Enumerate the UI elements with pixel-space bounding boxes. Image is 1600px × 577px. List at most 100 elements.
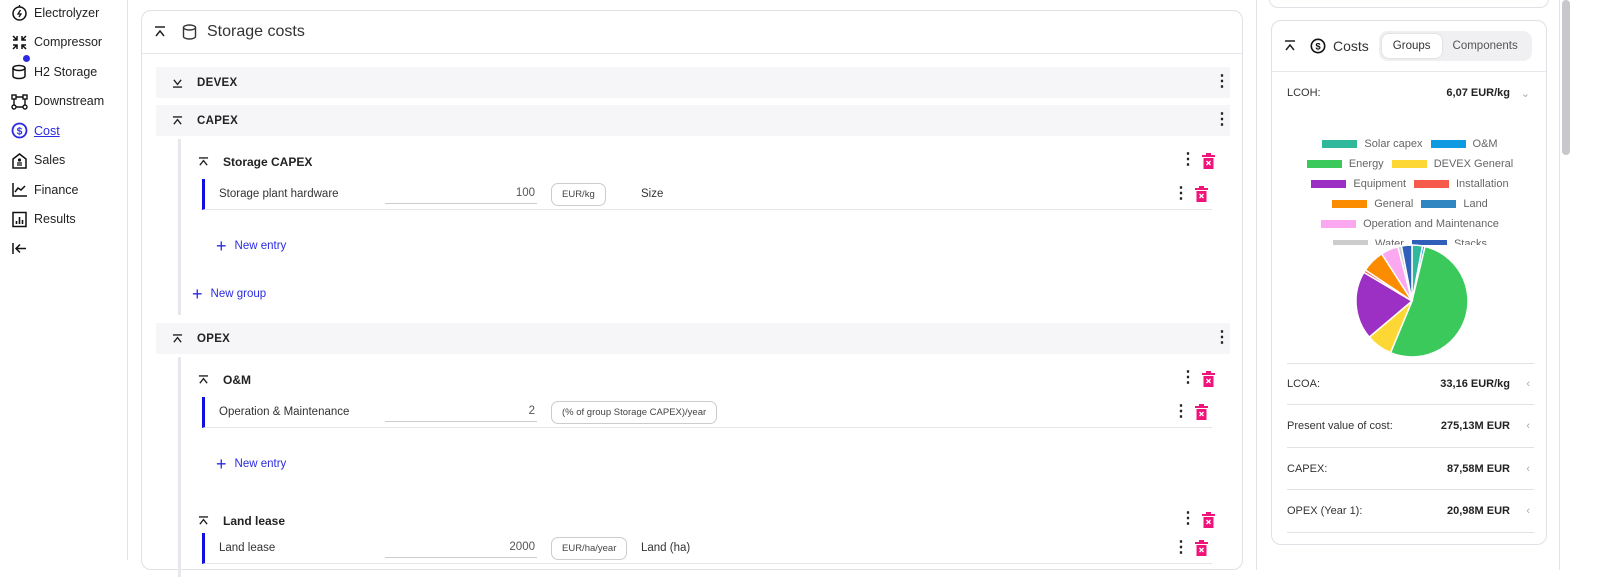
notification-badge <box>22 54 31 63</box>
delete-entry-icon[interactable] <box>1195 540 1208 561</box>
legend-label: Operation and Maintenance <box>1363 218 1499 230</box>
section-devex[interactable]: DEVEX ⋮ <box>156 67 1230 98</box>
legend-item[interactable]: Equipment <box>1311 178 1406 190</box>
svg-text:$: $ <box>1315 42 1321 53</box>
collapse-sidebar-button[interactable] <box>0 234 127 264</box>
more-options-icon[interactable]: ⋮ <box>1180 370 1196 386</box>
sidebar-item-cost[interactable]: $ Cost <box>0 116 127 146</box>
delete-entry-icon[interactable] <box>1195 186 1208 207</box>
legend-item[interactable]: Installation <box>1414 178 1509 190</box>
legend-item[interactable]: DEVEX General <box>1391 158 1513 170</box>
section-capex[interactable]: CAPEX ⋮ <box>156 105 1230 136</box>
section-label: DEVEX <box>197 76 238 89</box>
legend-label: O&M <box>1472 138 1498 150</box>
sidebar-item-results[interactable]: Results <box>0 205 127 235</box>
collapse-up-icon[interactable] <box>1284 40 1296 52</box>
collapse-up-icon[interactable] <box>198 157 209 167</box>
chevron-left-icon[interactable]: ‹ <box>1526 463 1530 475</box>
legend-item[interactable]: General <box>1332 198 1413 210</box>
costs-title: Costs <box>1333 38 1369 54</box>
storage-costs-panel: Storage costs DEVEX ⋮ CAPEX ⋮ OPEX ⋮ Storage C… <box>141 10 1243 577</box>
entry-value-input[interactable]: 100 <box>385 184 537 204</box>
tab-components[interactable]: Components <box>1442 34 1529 58</box>
sidebar-item-electrolyzer[interactable]: Electrolyzer <box>0 0 127 28</box>
legend-item[interactable]: Energy <box>1306 158 1384 170</box>
collapse-up-icon[interactable] <box>198 375 209 385</box>
entry-value-input[interactable]: 2 <box>385 402 537 422</box>
legend-label: Equipment <box>1353 178 1406 190</box>
more-options-icon[interactable]: ⋮ <box>1173 404 1189 420</box>
legend-item[interactable]: Operation and Maintenance <box>1321 218 1499 230</box>
plus-icon: + <box>192 284 203 304</box>
group-label: Land lease <box>223 514 286 528</box>
chevron-left-icon[interactable]: ‹ <box>1526 378 1530 390</box>
metric-row[interactable]: OPEX (Year 1): 20,98M EUR ‹ <box>1287 491 1534 533</box>
electrolyzer-icon <box>12 5 27 21</box>
group-header[interactable]: Land lease <box>198 514 285 528</box>
unit-select[interactable]: (% of group Storage CAPEX)/year <box>551 400 718 424</box>
metric-value: 87,58M EUR <box>1447 462 1510 475</box>
collapse-up-icon[interactable] <box>154 26 166 38</box>
delete-entry-icon[interactable] <box>1195 404 1208 425</box>
more-options-icon[interactable]: ⋮ <box>1214 74 1230 90</box>
new-entry-button[interactable]: + New entry <box>216 455 286 473</box>
sidebar-item-compressor[interactable]: Compressor <box>0 28 127 58</box>
metric-value: 20,98M EUR <box>1447 505 1510 517</box>
sidebar-item-label: Cost <box>34 123 60 138</box>
chevron-left-icon[interactable]: ‹ <box>1526 420 1530 432</box>
tab-groups[interactable]: Groups <box>1381 34 1442 58</box>
lcoh-row[interactable]: LCOH: 6,07 EUR/kg ⌄ <box>1287 72 1534 114</box>
new-group-button[interactable]: + New group <box>192 285 266 303</box>
sidebar-item-sales[interactable]: Sales <box>0 146 127 176</box>
delete-group-icon[interactable] <box>1202 153 1215 174</box>
more-options-icon[interactable]: ⋮ <box>1214 112 1230 128</box>
unit-select[interactable]: EUR/kg <box>551 182 606 206</box>
group-header[interactable]: O&M <box>198 373 251 387</box>
metric-row[interactable]: CAPEX: 87,58M EUR ‹ <box>1287 448 1534 490</box>
entry-value-input[interactable]: 2000 <box>385 538 537 558</box>
downstream-icon <box>11 94 28 110</box>
unit-select[interactable]: EUR/ha/year <box>551 536 628 560</box>
metric-value: 33,16 EUR/kg <box>1440 378 1510 390</box>
delete-group-icon[interactable] <box>1202 512 1215 533</box>
sidebar-item-finance[interactable]: Finance <box>0 175 127 205</box>
legend-item[interactable]: O&M <box>1430 138 1498 150</box>
entry-basis: Land (ha) <box>641 542 691 554</box>
scrollbar[interactable] <box>1562 0 1570 155</box>
new-group-label: New group <box>210 288 267 300</box>
new-entry-button[interactable]: + New entry <box>216 237 286 255</box>
sidebar: Electrolyzer Compressor H2 Storage Downs… <box>0 0 128 560</box>
more-options-icon[interactable]: ⋮ <box>1173 186 1189 202</box>
sidebar-item-label: Downstream <box>34 94 105 109</box>
more-options-icon[interactable]: ⋮ <box>1214 330 1230 346</box>
more-options-icon[interactable]: ⋮ <box>1180 511 1196 527</box>
legend-item[interactable]: Land <box>1421 198 1488 210</box>
section-label: CAPEX <box>197 114 239 127</box>
more-options-icon[interactable]: ⋮ <box>1173 540 1189 556</box>
new-entry-label: New entry <box>234 240 287 252</box>
collapse-up-icon[interactable] <box>198 516 209 526</box>
chevron-down-icon[interactable]: ⌄ <box>1521 87 1530 100</box>
metric-row[interactable]: LCOA: 33,16 EUR/kg ‹ <box>1287 363 1534 405</box>
delete-group-icon[interactable] <box>1202 371 1215 392</box>
entry-name: Storage plant hardware <box>219 188 339 200</box>
legend-label: Solar capex <box>1364 138 1423 150</box>
collapse-up-icon[interactable] <box>172 333 183 344</box>
section-opex[interactable]: OPEX ⋮ <box>156 323 1230 354</box>
metric-label: CAPEX: <box>1287 462 1328 475</box>
group-header[interactable]: Storage CAPEX <box>198 155 312 169</box>
expand-down-icon[interactable] <box>172 78 183 88</box>
view-toggle: Groups Components <box>1378 31 1532 61</box>
sidebar-item-h2-storage[interactable]: H2 Storage <box>0 54 127 87</box>
more-options-icon[interactable]: ⋮ <box>1180 152 1196 168</box>
chevron-left-icon[interactable]: ‹ <box>1526 505 1530 517</box>
legend-label: Installation <box>1456 178 1509 190</box>
metric-row[interactable]: Present value of cost: 275,13M EUR ‹ <box>1287 406 1534 448</box>
sidebar-item-downstream[interactable]: Downstream <box>0 87 127 117</box>
group-label: Storage CAPEX <box>223 155 313 169</box>
metric-label: OPEX (Year 1): <box>1287 505 1363 517</box>
collapse-up-icon[interactable] <box>172 115 183 126</box>
legend-item[interactable]: Solar capex <box>1322 138 1423 150</box>
group-label: O&M <box>223 373 251 387</box>
legend-swatch <box>1322 140 1358 148</box>
